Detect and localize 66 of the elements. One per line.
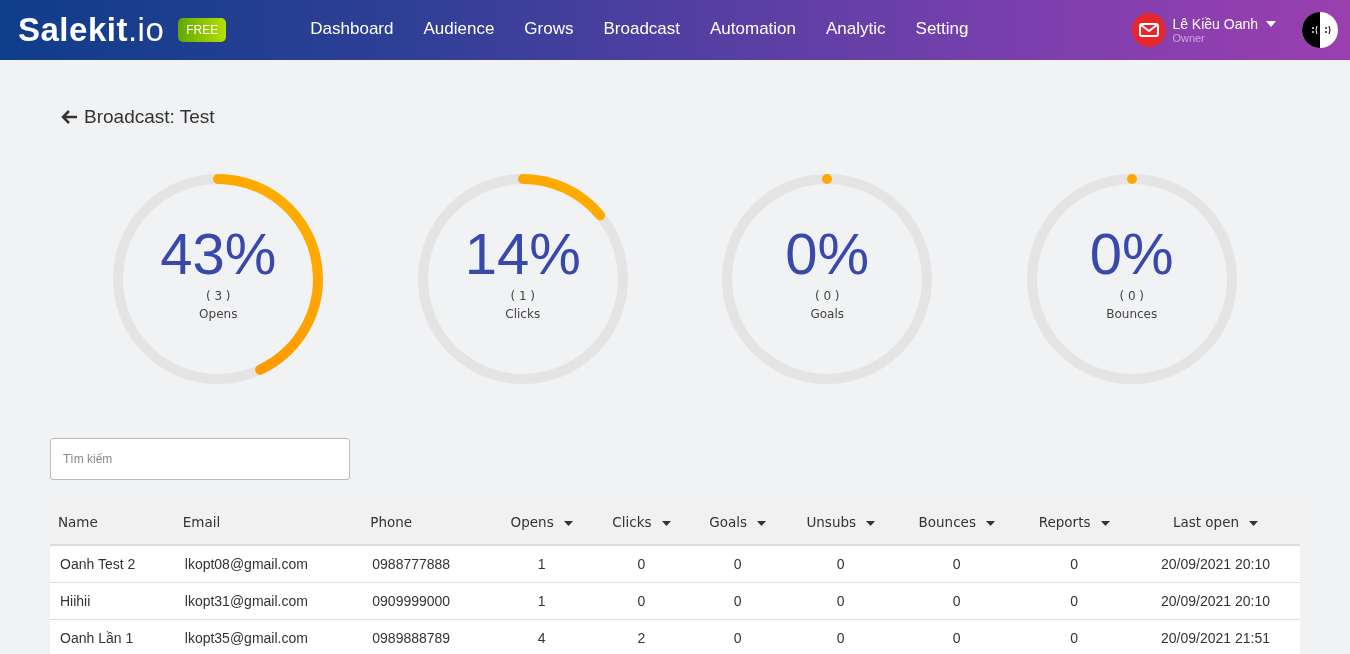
nav-link[interactable]: Analytic (826, 19, 886, 41)
table-cell: 0989888789 (362, 619, 491, 654)
table-cell: lkopt31@gmail.com (174, 582, 363, 620)
table-cell: 2 (592, 619, 690, 654)
count-value: ( 0 ) (814, 289, 840, 303)
percent-value: 43% (160, 225, 277, 283)
table-cell: 0 (690, 582, 786, 620)
search-field[interactable]: Tìm kiếm (50, 438, 350, 480)
table-cell: 0 (1017, 545, 1131, 583)
table-cell: 0 (1017, 619, 1131, 654)
sort-caret-icon[interactable] (661, 520, 671, 526)
sort-caret-icon[interactable] (1249, 520, 1259, 526)
table-cell: 0909999000 (362, 582, 491, 620)
table-cell: 0 (896, 582, 1018, 620)
nav-link[interactable]: Audience (423, 19, 495, 41)
table-cell: 0 (785, 619, 897, 654)
table-cell: 0988777888 (362, 545, 491, 583)
user-name[interactable]: Lê Kiều Oanh (1172, 16, 1258, 32)
nav-link[interactable]: Dashboard (310, 19, 394, 41)
table-cell: Oanh Lần 1 (50, 619, 175, 654)
table-cell: 20/09/2021 21:51 (1130, 619, 1300, 654)
mail-icon[interactable] (1132, 13, 1167, 47)
table-cell: 0 (896, 545, 1018, 583)
metric-label: Bounces (1106, 307, 1158, 321)
sort-caret-icon[interactable] (866, 520, 876, 526)
metric-label: Clicks (505, 307, 541, 321)
table-cell: 0 (785, 545, 897, 583)
table-cell: 0 (690, 545, 786, 583)
table-cell: 0 (592, 545, 690, 583)
sort-caret-icon[interactable] (757, 520, 767, 526)
percent-value: 0% (1089, 225, 1174, 283)
table-cell: 1 (490, 545, 593, 583)
back-arrow-icon[interactable] (60, 109, 78, 125)
page-title: Broadcast: Test (84, 106, 215, 128)
count-value: ( 3 ) (205, 289, 231, 303)
caret-icon[interactable] (1266, 21, 1276, 27)
percent-value: 0% (785, 225, 870, 283)
count-value: ( 0 ) (1119, 289, 1145, 303)
table-cell: lkopt35@gmail.com (174, 619, 363, 654)
nav-link[interactable]: Automation (710, 19, 796, 41)
table-cell: 4 (490, 619, 593, 654)
metric-label: Goals (810, 307, 845, 321)
table-cell: Hiihii (50, 582, 175, 620)
table-cell: 20/09/2021 20:10 (1130, 582, 1300, 620)
nav-link[interactable]: Broadcast (603, 19, 680, 41)
count-value: ( 1 ) (510, 289, 536, 303)
table-cell: 0 (785, 582, 897, 620)
percent-value: 14% (464, 225, 581, 283)
table-cell: 0 (896, 619, 1018, 654)
nav-link[interactable]: Grows (524, 19, 574, 41)
table-cell: 0 (1017, 582, 1131, 620)
sort-caret-icon[interactable] (563, 520, 573, 526)
table-cell: 20/09/2021 20:10 (1130, 545, 1300, 583)
sort-caret-icon[interactable] (1100, 520, 1110, 526)
table-cell: 0 (592, 582, 690, 620)
avatar-icon[interactable] (1302, 12, 1338, 48)
logo[interactable]: Salekit.io (18, 11, 165, 49)
nav-link[interactable]: Setting (915, 19, 969, 41)
sort-caret-icon[interactable] (985, 520, 995, 526)
plan-badge: FREE (178, 18, 227, 42)
metric-label: Opens (199, 307, 238, 321)
user-role: Owner (1172, 32, 1206, 44)
table-cell: 1 (490, 582, 593, 620)
table-cell: Oanh Test 2 (50, 545, 175, 583)
table-cell: lkopt08@gmail.com (174, 545, 363, 583)
table-cell: 0 (690, 619, 786, 654)
